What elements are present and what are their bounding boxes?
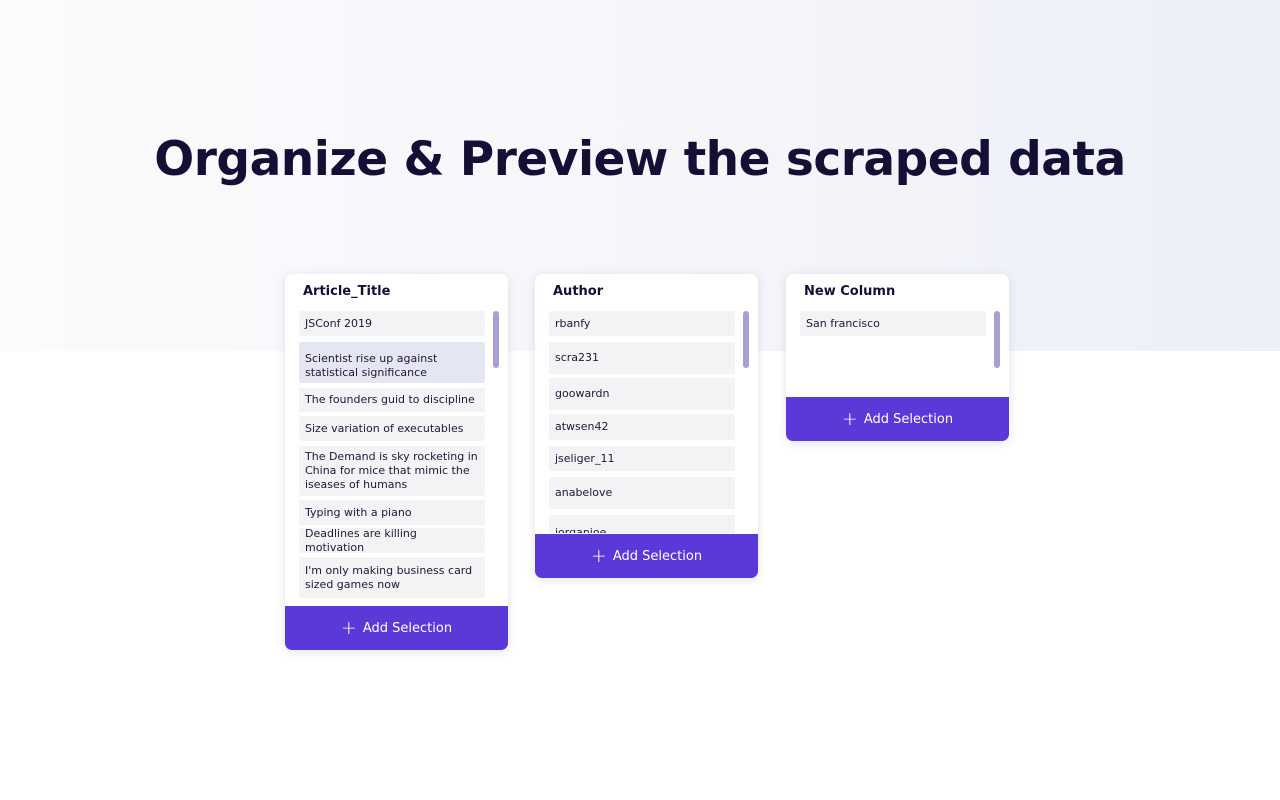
column-card-author: Author rbanfy scra231 goowardn atwsen42 …	[535, 274, 758, 578]
list-item[interactable]: Size variation of executables	[299, 416, 485, 441]
add-selection-label: Add Selection	[362, 620, 453, 636]
list-item[interactable]: San francisco	[800, 311, 986, 336]
list-item[interactable]: anabelove	[549, 477, 735, 509]
plus-icon: +	[841, 407, 858, 430]
column-card-new-column: New Column San francisco + Add Selection	[786, 274, 1009, 441]
scrollbar[interactable]	[743, 311, 749, 368]
list-item[interactable]: Typing with a piano	[299, 500, 485, 525]
list-item[interactable]: JSConf 2019	[299, 311, 485, 336]
add-selection-label: Add Selection	[612, 548, 703, 564]
column-list: rbanfy scra231 goowardn atwsen42 jselige…	[549, 311, 735, 533]
list-item-selected[interactable]: Scientist rise up against statistical si…	[299, 342, 485, 383]
page-title: Organize & Preview the scraped data	[154, 132, 1126, 187]
scrollbar[interactable]	[493, 311, 499, 368]
list-item[interactable]: I'm only making business card sized game…	[299, 557, 485, 598]
column-list: San francisco	[800, 311, 986, 391]
scrollbar[interactable]	[994, 311, 1000, 368]
list-item[interactable]: The Demand is sky rocketing in China for…	[299, 446, 485, 496]
column-title: New Column	[804, 284, 896, 299]
list-item[interactable]: jseliger_11	[549, 446, 735, 471]
list-item[interactable]: goowardn	[549, 378, 735, 410]
list-item[interactable]: atwsen42	[549, 414, 735, 440]
plus-icon: +	[340, 616, 357, 639]
add-selection-button[interactable]: + Add Selection	[535, 534, 758, 578]
list-item[interactable]: jorganjoe	[549, 515, 735, 533]
add-selection-button[interactable]: + Add Selection	[786, 397, 1009, 441]
list-item[interactable]: The founders guid to discipline	[299, 388, 485, 412]
column-list: JSConf 2019 Scientist rise up against st…	[299, 311, 485, 606]
add-selection-label: Add Selection	[863, 411, 954, 427]
plus-icon: +	[590, 544, 607, 567]
list-item[interactable]: scra231	[549, 342, 735, 374]
list-item[interactable]: rbanfy	[549, 311, 735, 336]
list-item[interactable]: Deadlines are killing motivation	[299, 527, 485, 554]
column-title: Article_Title	[303, 284, 391, 299]
column-card-article-title: Article_Title JSConf 2019 Scientist rise…	[285, 274, 508, 650]
add-selection-button[interactable]: + Add Selection	[285, 606, 508, 650]
column-title: Author	[553, 284, 604, 299]
